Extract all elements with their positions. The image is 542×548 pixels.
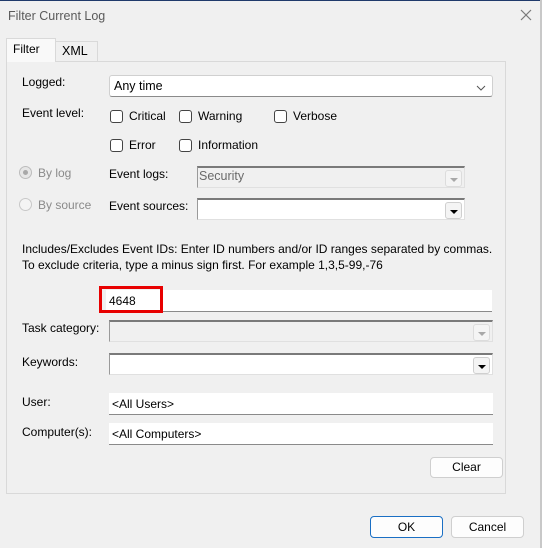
event-ids-input[interactable] [106,290,492,312]
highlight-box [99,286,163,313]
checkbox-label: Warning [198,109,243,123]
event-logs-value: Security [199,169,245,183]
dropdown-button[interactable] [473,324,490,341]
user-input[interactable] [109,393,493,415]
dropdown-button[interactable] [473,357,490,374]
checkbox-information[interactable]: Information [179,138,258,152]
dropdown-button[interactable] [445,202,462,219]
close-button[interactable] [519,8,533,22]
radio-by-source[interactable] [19,198,32,211]
tab-filter[interactable]: Filter [6,38,56,62]
event-logs-label: Event logs: [109,167,169,181]
cancel-button[interactable]: Cancel [451,516,524,538]
close-icon [520,9,532,21]
window-top-border [0,0,542,1]
checkbox-box[interactable] [110,138,123,152]
dropdown-arrow-icon [450,178,458,182]
dropdown-arrow-icon [478,332,486,336]
logged-value: Any time [114,79,163,93]
dropdown-button[interactable] [445,170,462,187]
task-category-label: Task category: [22,321,100,335]
logged-label: Logged: [22,75,66,89]
checkbox-box[interactable] [274,109,287,123]
dropdown-arrow-icon [450,210,458,214]
chevron-down-icon [476,81,486,95]
checkbox-label: Information [198,138,259,152]
keywords-label: Keywords: [22,355,79,369]
user-label: User: [22,395,51,409]
checkbox-box[interactable] [179,138,192,152]
checkbox-label: Verbose [293,109,338,123]
radio-by-log-label: By log [38,166,72,180]
clear-button[interactable]: Clear [430,457,503,478]
event-logs-dropdown[interactable]: Security [197,166,465,188]
checkbox-box[interactable] [110,109,123,123]
event-sources-dropdown[interactable] [197,198,465,220]
checkbox-warning[interactable]: Warning [179,109,242,123]
radio-by-log[interactable] [19,166,32,179]
event-ids-description: Includes/Excludes Event IDs: Enter ID nu… [22,242,493,272]
computers-input[interactable] [109,423,493,445]
ok-button[interactable]: OK [370,516,443,538]
checkbox-error[interactable]: Error [110,138,156,152]
event-sources-label: Event sources: [109,199,189,213]
event-level-label: Event level: [22,106,85,120]
keywords-dropdown[interactable] [109,353,493,375]
checkbox-verbose[interactable]: Verbose [274,109,337,123]
checkbox-box[interactable] [179,109,192,123]
computers-label: Computer(s): [22,425,93,439]
logged-dropdown[interactable]: Any time [109,75,493,97]
dropdown-arrow-icon [478,365,486,369]
dialog-title: Filter Current Log [8,9,106,23]
checkbox-critical[interactable]: Critical [110,109,166,123]
checkbox-label: Error [129,138,156,152]
task-category-dropdown[interactable] [109,320,493,342]
radio-by-source-label: By source [38,198,92,212]
tab-xml[interactable]: XML [55,41,98,61]
checkbox-label: Critical [129,109,166,123]
